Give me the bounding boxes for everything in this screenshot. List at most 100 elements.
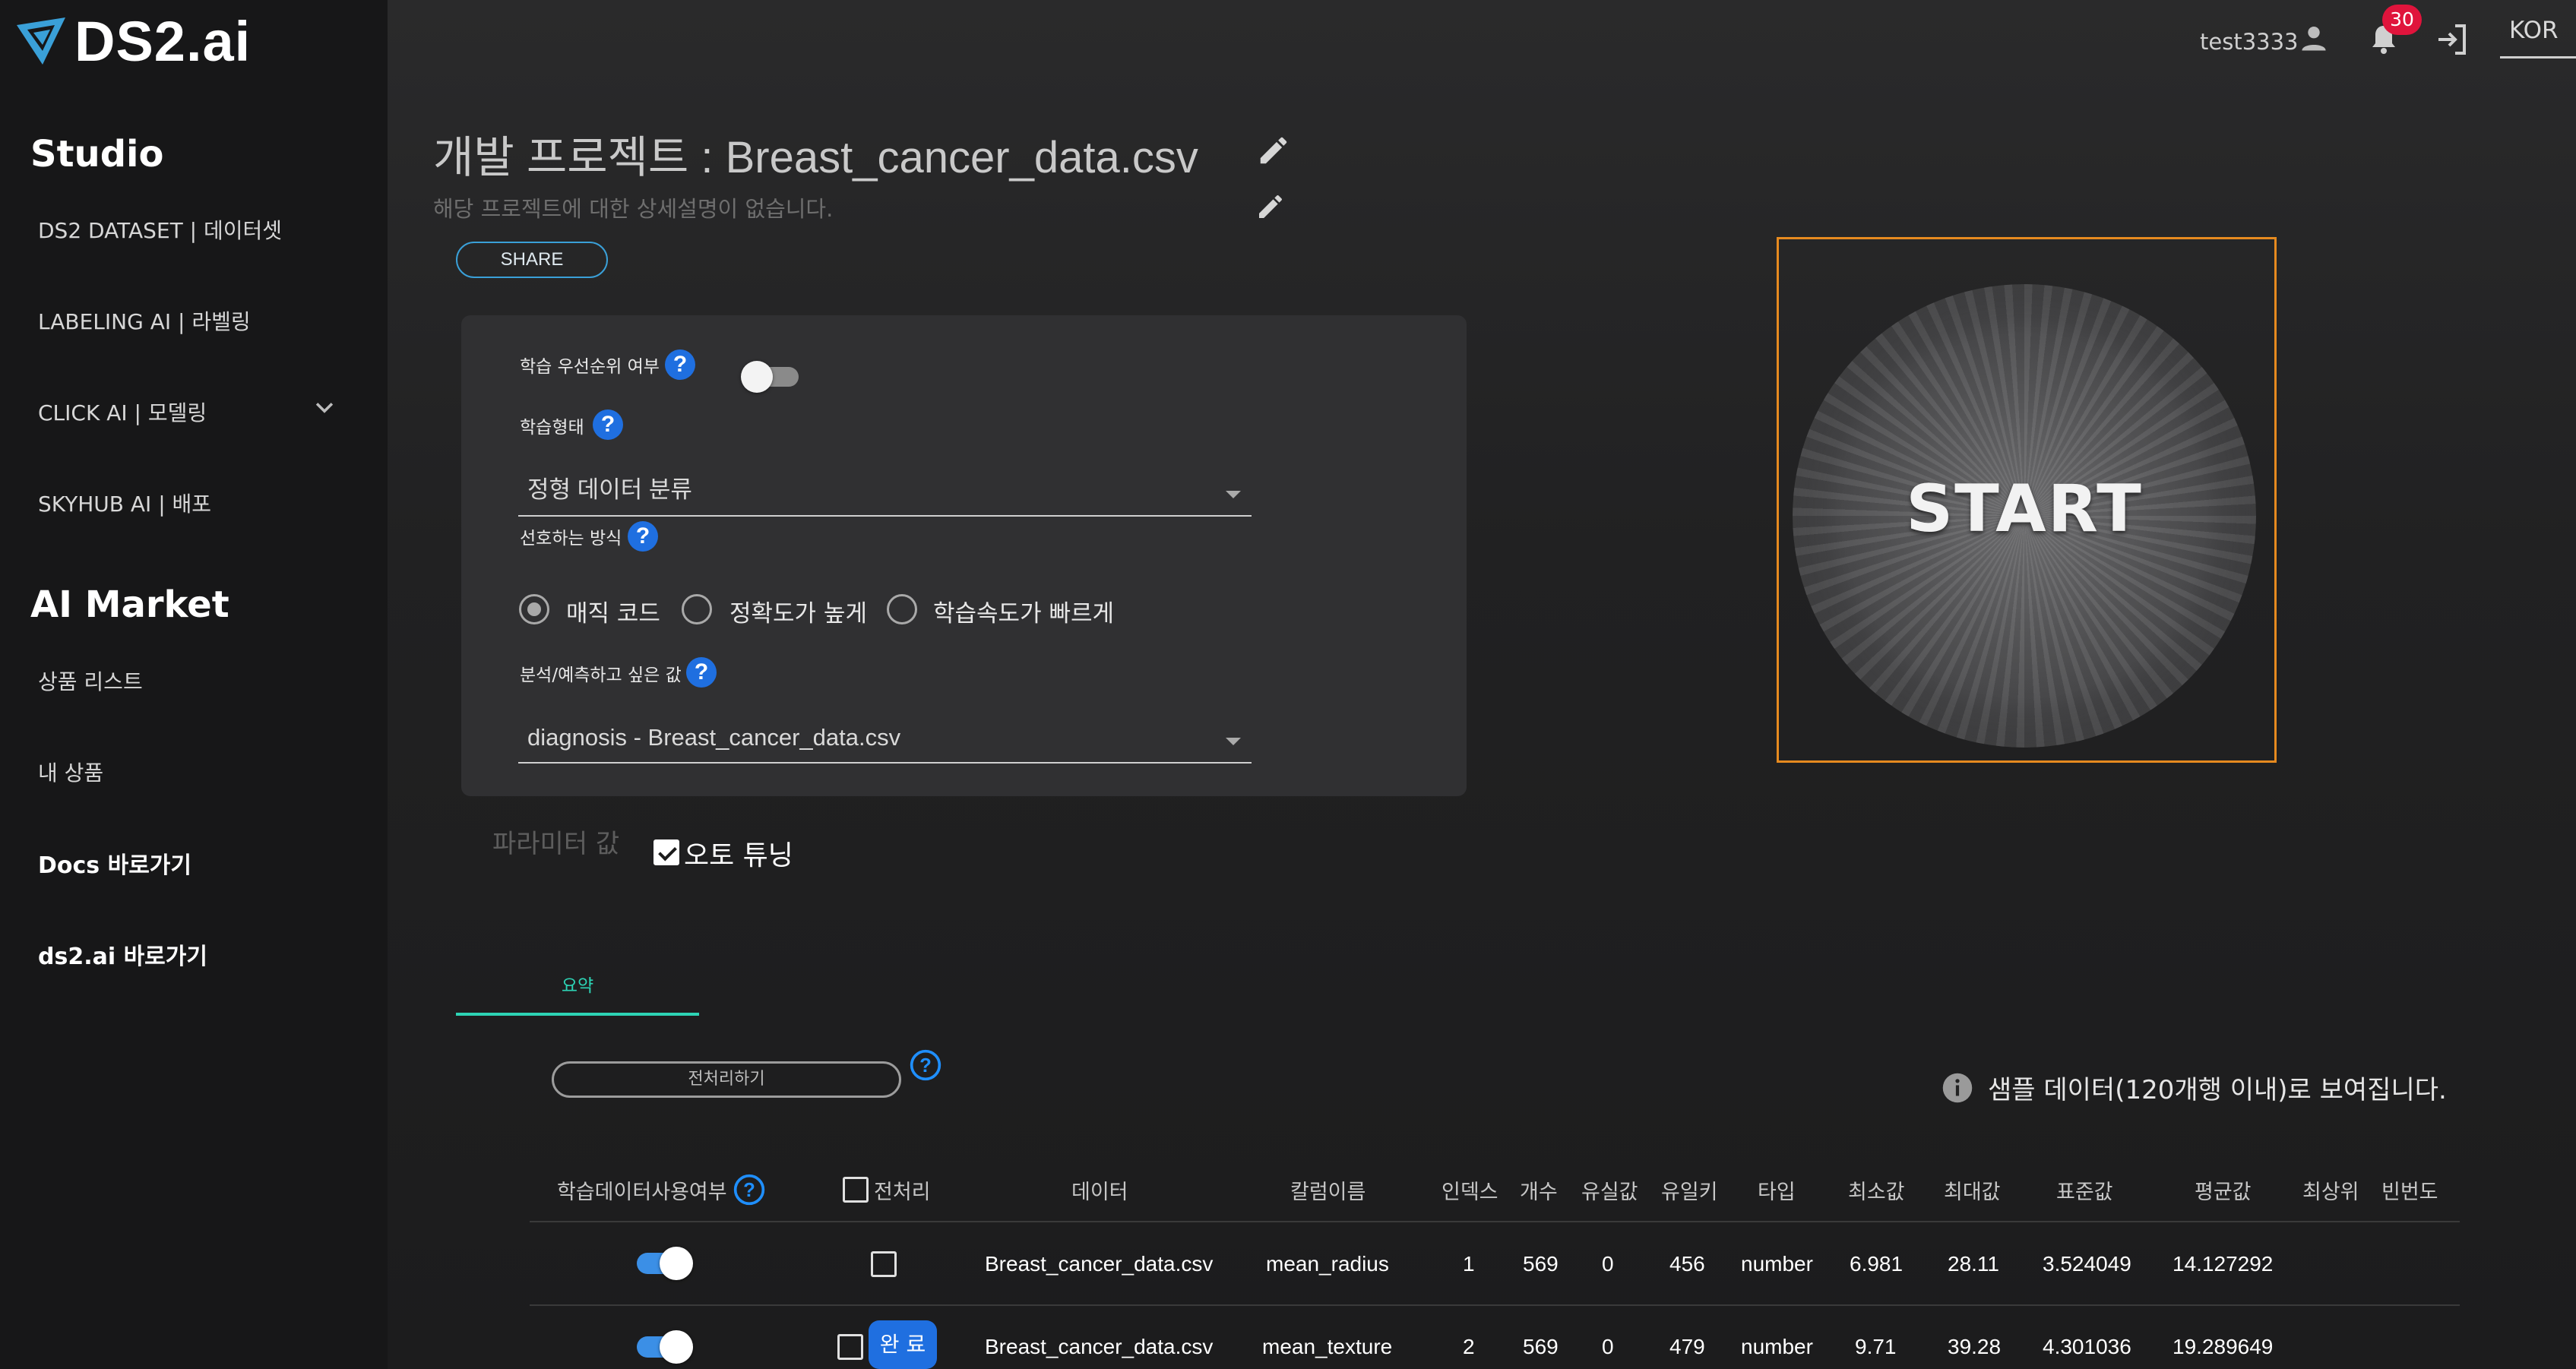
training-type-help-icon[interactable]: ?: [593, 409, 623, 440]
radio-fast-training[interactable]: [887, 594, 917, 624]
cell-count: 569: [1523, 1252, 1559, 1276]
cell-index: 2: [1463, 1335, 1475, 1358]
language-selector[interactable]: KOR: [2509, 17, 2559, 44]
preprocess-checkbox-row-1[interactable]: [871, 1251, 897, 1277]
priority-label: 학습 우선순위 여부: [520, 357, 660, 377]
th-type: 타입: [1758, 1181, 1796, 1204]
start-button[interactable]: START: [1793, 471, 2256, 547]
sidebar-item-labeling-ai[interactable]: LABELING AI | 라벨링: [38, 305, 251, 336]
cell-unique: 456: [1669, 1252, 1705, 1276]
th-freq: 빈번도: [2381, 1181, 2438, 1204]
sidebar: DS2.ai Studio DS2 DATASET | 데이터셋 LABELIN…: [0, 0, 388, 1369]
tab-summary-underline: [456, 1013, 699, 1016]
cell-missing: 0: [1602, 1335, 1614, 1358]
cell-data: Breast_cancer_data.csv: [985, 1252, 1214, 1276]
target-help-icon[interactable]: ?: [686, 657, 717, 688]
target-value: diagnosis - Breast_cancer_data.csv: [527, 724, 901, 751]
info-icon: [1942, 1073, 1973, 1103]
th-preprocess: 전처리: [874, 1181, 931, 1204]
th-data: 데이터: [1071, 1181, 1128, 1204]
cell-column: mean_radius: [1266, 1252, 1389, 1276]
share-button[interactable]: SHARE: [456, 242, 608, 278]
preference-help-icon[interactable]: ?: [628, 521, 658, 552]
th-missing: 유실값: [1581, 1181, 1638, 1204]
th-max: 최대값: [1944, 1181, 2001, 1204]
use-toggle-thumb-row-1[interactable]: [660, 1247, 693, 1280]
radio-high-accuracy[interactable]: [682, 594, 712, 624]
use-toggle-thumb-row-2[interactable]: [660, 1330, 693, 1364]
logo[interactable]: DS2.ai: [14, 9, 251, 74]
radio-high-accuracy-label[interactable]: 정확도가 높게: [729, 594, 867, 628]
th-index: 인덱스: [1441, 1181, 1498, 1204]
sidebar-item-ds2-dataset[interactable]: DS2 DATASET | 데이터셋: [38, 214, 282, 245]
cell-max: 39.28: [1948, 1335, 2002, 1358]
language-underline: [2500, 56, 2576, 58]
svg-text:?: ?: [919, 1055, 932, 1077]
target-select[interactable]: diagnosis - Breast_cancer_data.csv: [518, 718, 1252, 764]
project-title: 개발 프로젝트 : Breast_cancer_data.csv: [433, 133, 1198, 182]
th-top: 최상위: [2302, 1181, 2359, 1204]
cell-min: 6.981: [1850, 1252, 1904, 1276]
th-use: 학습데이터사용여부: [557, 1181, 727, 1204]
cell-mean: 14.127292: [2173, 1252, 2274, 1276]
th-std: 표준값: [2056, 1181, 2113, 1204]
radio-magic-code-label[interactable]: 매직 코드: [566, 594, 660, 628]
priority-toggle-thumb[interactable]: [741, 361, 773, 393]
table-row-divider: [530, 1304, 2460, 1306]
training-type-select[interactable]: 정형 데이터 분류: [518, 471, 1252, 517]
radio-fast-training-label[interactable]: 학습속도가 빠르게: [933, 594, 1114, 628]
logout-icon[interactable]: [2434, 21, 2470, 58]
preprocess-checkbox-row-2[interactable]: [837, 1334, 863, 1360]
edit-description-pencil-icon[interactable]: [1255, 191, 1286, 222]
cell-column: mean_texture: [1262, 1335, 1393, 1358]
sidebar-item-product-list[interactable]: 상품 리스트: [38, 666, 143, 696]
done-button[interactable]: 완 료: [869, 1320, 937, 1369]
sidebar-item-my-products[interactable]: 내 상품: [38, 757, 103, 787]
training-type-label: 학습형태: [520, 418, 584, 438]
auto-tuning-checkbox[interactable]: [653, 839, 679, 865]
username[interactable]: test3333: [2200, 29, 2299, 55]
th-min: 최소값: [1848, 1181, 1905, 1204]
priority-help-icon[interactable]: ?: [665, 349, 695, 380]
preference-label: 선호하는 방식: [520, 529, 622, 549]
preprocess-button[interactable]: 전처리하기: [552, 1061, 901, 1098]
tab-summary[interactable]: 요약: [456, 971, 699, 1016]
cell-std: 3.524049: [2043, 1252, 2131, 1276]
table-header-divider: [530, 1221, 2460, 1222]
param-label: 파라미터 값: [492, 829, 620, 859]
preprocess-all-checkbox[interactable]: [843, 1177, 869, 1203]
cell-type: number: [1741, 1252, 1813, 1276]
ds2ai-link[interactable]: ds2.ai 바로가기: [38, 937, 207, 971]
use-help-icon[interactable]: ?: [733, 1173, 766, 1206]
cell-data: Breast_cancer_data.csv: [985, 1335, 1214, 1358]
studio-title: Studio: [30, 133, 164, 175]
cell-unique: 479: [1669, 1335, 1705, 1358]
sample-notice: 샘플 데이터(120개행 이내)로 보여집니다.: [1988, 1075, 2447, 1105]
ai-market-title: AI Market: [30, 583, 229, 626]
chevron-down-icon[interactable]: [312, 395, 337, 421]
cell-min: 9.71: [1855, 1335, 1897, 1358]
caret-down-icon: [1226, 738, 1241, 745]
cell-missing: 0: [1602, 1252, 1614, 1276]
docs-link[interactable]: Docs 바로가기: [38, 846, 191, 880]
user-icon[interactable]: [2297, 21, 2331, 55]
caret-down-icon: [1226, 491, 1241, 498]
sidebar-item-skyhub-ai[interactable]: SKYHUB AI | 배포: [38, 488, 211, 518]
cell-index: 1: [1463, 1252, 1475, 1276]
logo-text: DS2.ai: [74, 10, 252, 73]
radio-magic-code[interactable]: [519, 594, 549, 624]
auto-tuning-label[interactable]: 오토 튜닝: [684, 833, 793, 873]
th-column: 칼럼이름: [1290, 1181, 1366, 1204]
target-label: 분석/예측하고 싶은 값: [520, 666, 682, 685]
th-mean: 평균값: [2195, 1181, 2252, 1204]
edit-title-pencil-icon[interactable]: [1256, 133, 1291, 168]
sidebar-item-click-ai[interactable]: CLICK AI | 모델링: [38, 397, 207, 427]
cell-std: 4.301036: [2043, 1335, 2131, 1358]
cell-count: 569: [1523, 1335, 1559, 1358]
th-unique: 유일키: [1661, 1181, 1718, 1204]
training-type-value: 정형 데이터 분류: [527, 476, 692, 503]
preprocess-help-icon[interactable]: ?: [909, 1048, 942, 1082]
project-description: 해당 프로젝트에 대한 상세설명이 없습니다.: [433, 196, 834, 222]
cell-max: 28.11: [1948, 1252, 1999, 1276]
th-count: 개수: [1520, 1181, 1558, 1204]
